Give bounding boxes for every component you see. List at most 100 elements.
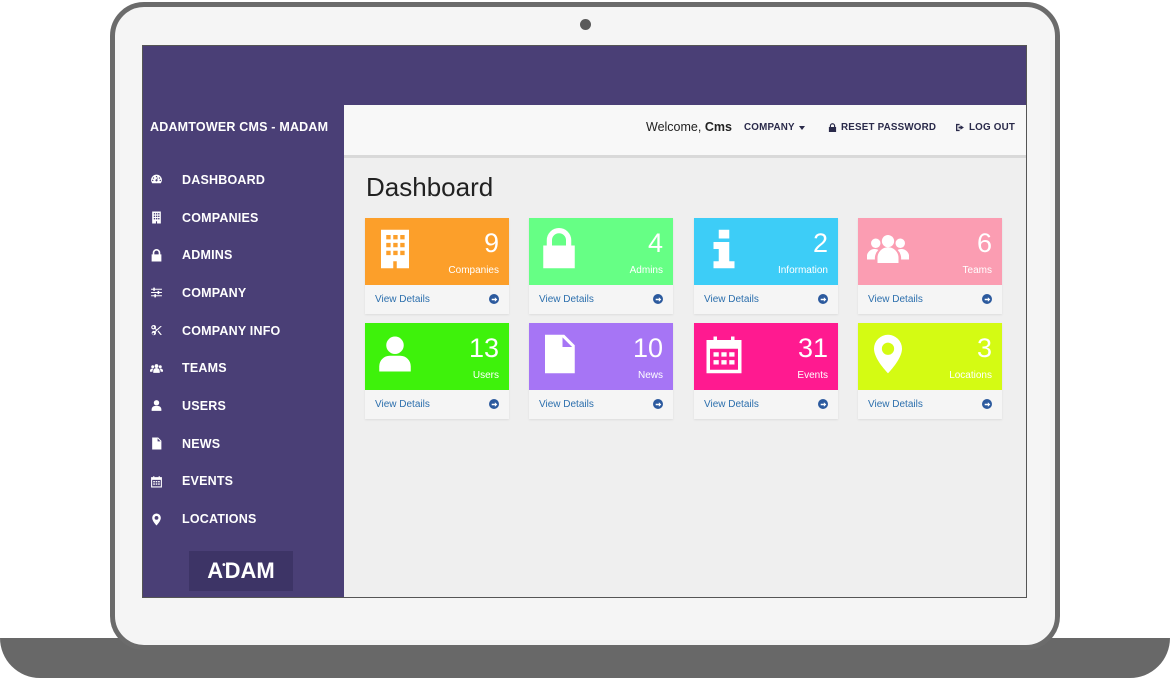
sidebar-item-company-info[interactable]: COMPANY INFO <box>143 312 344 350</box>
user-icon-svg <box>151 400 161 412</box>
logo-text-right: DAM <box>224 558 275 583</box>
view-details-link[interactable]: View Details <box>529 285 673 314</box>
adam-logo: A • DAM <box>189 551 293 591</box>
view-details-link[interactable]: View Details <box>365 285 509 314</box>
users-icon-svg <box>867 235 909 263</box>
lock-icon-svg <box>543 228 575 269</box>
sidebar-item-label: LOCATIONS <box>182 512 257 527</box>
lock-icon-svg <box>151 248 161 262</box>
stat-card-panel: 3 Locations <box>858 323 1002 390</box>
dashboard-icon-svg <box>150 174 162 184</box>
sidebar-nav: DASHBOARD COMPANIES ADMINS COMPANY COMPANY I… <box>143 161 344 538</box>
stat-label: News <box>637 370 663 381</box>
camera-dot <box>580 19 591 30</box>
view-details-label: View Details <box>375 294 430 305</box>
sidebar-item-label: NEWS <box>182 436 221 451</box>
welcome-prefix: Welcome, <box>646 120 702 134</box>
page-title: Dashboard <box>366 172 494 202</box>
stat-card-panel: 4 Admins <box>529 218 673 285</box>
arrow-circle-right-icon <box>653 399 663 409</box>
stat-card-users: 13 Users View Details <box>365 323 509 419</box>
map-marker-icon-svg <box>151 513 161 525</box>
calendar-icon-svg <box>706 336 742 374</box>
arrow-circle-right-icon <box>489 399 499 409</box>
users-icon <box>867 224 909 274</box>
sidebar-item-companies[interactable]: COMPANIES <box>143 199 344 237</box>
stat-card-information: 2 Information View Details <box>694 218 838 314</box>
stat-count: 10 <box>632 333 663 363</box>
view-details-label: View Details <box>704 399 759 410</box>
view-details-link[interactable]: View Details <box>365 390 509 419</box>
sidebar-item-label: TEAMS <box>182 361 227 376</box>
sidebar-item-company[interactable]: COMPANY <box>143 274 344 312</box>
company-dropdown[interactable]: COMPANY <box>744 122 805 133</box>
view-details-label: View Details <box>375 399 430 410</box>
view-details-label: View Details <box>539 294 594 305</box>
stat-card-companies: 9 Companies View Details <box>365 218 509 314</box>
arrow-right-svg <box>984 296 990 302</box>
stat-card-teams: 6 Teams View Details <box>858 218 1002 314</box>
map-marker-icon <box>867 329 909 379</box>
building-icon-svg <box>151 211 161 224</box>
arrow-right-svg <box>491 401 497 407</box>
sliders-icon <box>149 286 163 300</box>
stat-count: 4 <box>647 228 663 258</box>
sidebar-item-label: COMPANY <box>182 285 247 300</box>
view-details-link[interactable]: View Details <box>858 285 1002 314</box>
arrow-right-svg <box>655 296 661 302</box>
stat-label: Events <box>797 370 828 381</box>
stat-count: 9 <box>483 228 499 258</box>
view-details-link[interactable]: View Details <box>694 285 838 314</box>
sidebar-item-locations[interactable]: LOCATIONS <box>143 500 344 538</box>
sidebar-item-users[interactable]: USERS <box>143 387 344 425</box>
stat-card-panel: 6 Teams <box>858 218 1002 285</box>
arrow-circle-right-icon <box>982 399 992 409</box>
header-bar: Welcome, Cms COMPANY RESET PASSWORD LOG … <box>344 105 1026 158</box>
user-icon <box>374 329 416 379</box>
arrow-right-svg <box>655 401 661 407</box>
top-bar <box>143 46 1026 105</box>
sidebar-item-teams[interactable]: TEAMS <box>143 349 344 387</box>
view-details-label: View Details <box>868 294 923 305</box>
reset-password-link[interactable]: RESET PASSWORD <box>828 122 936 133</box>
view-details-label: View Details <box>868 399 923 410</box>
calendar-icon <box>149 474 163 488</box>
view-details-link[interactable]: View Details <box>694 390 838 419</box>
view-details-label: View Details <box>704 294 759 305</box>
arrow-circle-right-icon <box>982 294 992 304</box>
lock-icon <box>538 224 580 274</box>
user-icon-svg <box>379 336 411 372</box>
stat-card-events: 31 Events View Details <box>694 323 838 419</box>
info-icon <box>703 224 745 274</box>
arrow-circle-right-icon <box>653 294 663 304</box>
stat-count: 31 <box>797 333 828 363</box>
sidebar-item-dashboard[interactable]: DASHBOARD <box>143 161 344 199</box>
caret-down-icon <box>798 125 805 130</box>
sidebar-item-admins[interactable]: ADMINS <box>143 236 344 274</box>
arrow-circle-right-icon <box>818 294 828 304</box>
stat-count: 6 <box>976 228 992 258</box>
stat-card-admins: 4 Admins View Details <box>529 218 673 314</box>
logo-text-left: A <box>207 558 224 583</box>
logout-link[interactable]: LOG OUT <box>956 122 1015 133</box>
map-marker-icon-svg <box>874 334 902 374</box>
scissors-icon-svg <box>150 325 162 336</box>
view-details-link[interactable]: View Details <box>529 390 673 419</box>
sliders-icon-svg <box>150 288 162 298</box>
view-details-label: View Details <box>539 399 594 410</box>
stat-label: Information <box>777 265 828 276</box>
stat-card-panel: 10 News <box>529 323 673 390</box>
sidebar-item-label: COMPANIES <box>182 210 259 225</box>
sidebar-item-label: USERS <box>182 398 227 413</box>
stat-label: Locations <box>949 370 992 381</box>
stat-card-panel: 2 Information <box>694 218 838 285</box>
calendar-icon-svg <box>150 475 162 488</box>
lock-icon <box>828 123 837 132</box>
calendar-icon <box>703 329 745 379</box>
stat-card-news: 10 News View Details <box>529 323 673 419</box>
view-details-link[interactable]: View Details <box>858 390 1002 419</box>
sidebar-item-events[interactable]: EVENTS <box>143 463 344 501</box>
sidebar-item-news[interactable]: NEWS <box>143 425 344 463</box>
users-icon-svg <box>149 363 163 373</box>
reset-password-label: RESET PASSWORD <box>841 122 937 133</box>
